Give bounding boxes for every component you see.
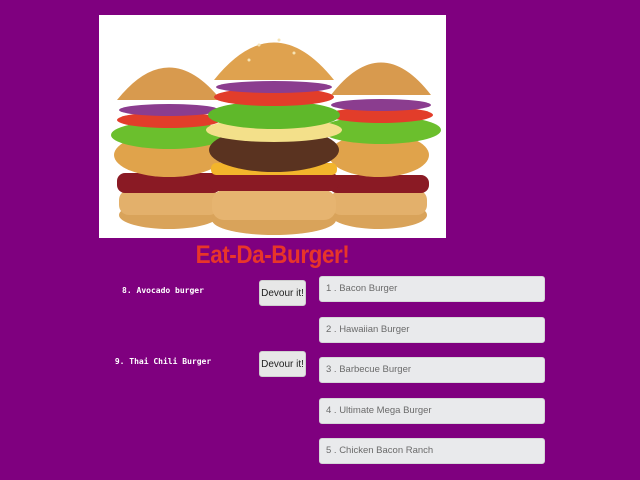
devour-button[interactable]: Devour it! [259, 351, 306, 377]
hero-burger-image [99, 15, 446, 238]
devour-button[interactable]: Devour it! [259, 280, 306, 306]
list-item: 1 . Bacon Burger [319, 276, 545, 302]
burgers-illustration [111, 38, 441, 235]
list-item: 8. Avocado burger Devour it! [0, 280, 320, 310]
burger-name: 8. Avocado burger [122, 286, 204, 295]
burger-name: 9. Thai Chili Burger [114, 357, 212, 366]
list-item: 5 . Chicken Bacon Ranch [319, 438, 545, 464]
list-item: 4 . Ultimate Mega Burger [319, 398, 545, 424]
list-item: 2 . Hawaiian Burger [319, 317, 545, 343]
center-burger [206, 38, 342, 235]
list-item: 3 . Barbecue Burger [319, 357, 545, 383]
list-item: 9. Thai Chili Burger Devour it! [0, 351, 320, 381]
page-title: Eat-Da-Burger! [195, 241, 350, 269]
right-burger [321, 62, 441, 229]
